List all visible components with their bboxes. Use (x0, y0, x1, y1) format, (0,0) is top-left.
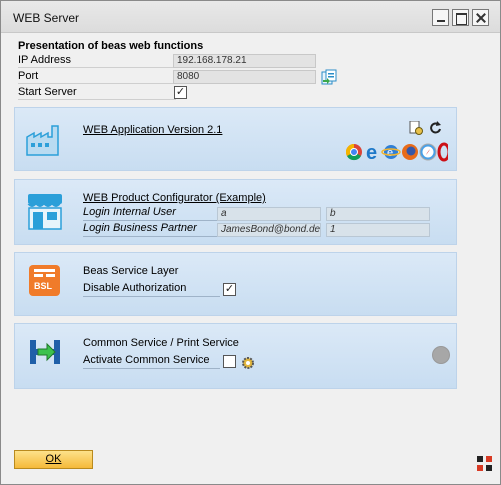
ok-button[interactable]: OK (14, 450, 93, 469)
maximize-button[interactable] (452, 9, 469, 26)
start-server-label: Start Server (18, 86, 176, 100)
common-service-icon (30, 340, 60, 364)
web-application-panel: WEB Application Version 2.1 e e (14, 107, 457, 171)
settings-document-icon[interactable] (409, 121, 423, 135)
refresh-icon[interactable] (429, 121, 442, 134)
internal-user-input[interactable]: a (217, 207, 321, 221)
common-service-panel: Common Service / Print Service Activate … (14, 323, 457, 389)
activate-common-service-label: Activate Common Service (83, 354, 220, 369)
minimize-button[interactable] (432, 9, 449, 26)
internal-password-input[interactable]: b (326, 207, 430, 221)
title-bar: WEB Server (1, 1, 500, 33)
opera-icon (437, 142, 448, 162)
bsl-icon: BSL (29, 265, 60, 296)
factory-icon (26, 125, 59, 156)
login-internal-label: Login Internal User (83, 206, 218, 221)
browser-icons: e e (346, 142, 448, 162)
ie-icon: e (381, 145, 401, 159)
firefox-icon (402, 144, 418, 160)
ip-address-input[interactable]: 192.168.178.21 (173, 54, 316, 68)
settings-gear-icon[interactable] (241, 356, 255, 370)
disable-authorization-checkbox[interactable]: ✓ (223, 283, 236, 296)
start-server-checkbox[interactable]: ✓ (174, 86, 187, 99)
safari-icon (419, 143, 437, 161)
web-server-window: WEB Server Presentation of beas web func… (0, 0, 501, 485)
configurator-link[interactable]: WEB Product Configurator (Example) (83, 192, 266, 204)
product-configurator-panel: WEB Product Configurator (Example) Login… (14, 179, 457, 245)
section-heading: Presentation of beas web functions (18, 40, 204, 52)
service-layer-title: Beas Service Layer (83, 265, 179, 277)
edge-icon: e (366, 142, 377, 162)
ip-address-label: IP Address (18, 54, 176, 68)
partner-password-input[interactable]: 1 (326, 223, 430, 237)
port-label: Port (18, 70, 176, 84)
svg-text:e: e (366, 142, 377, 162)
activate-common-service-checkbox[interactable] (223, 355, 236, 368)
service-layer-panel: BSL Beas Service Layer Disable Authoriza… (14, 252, 457, 316)
shop-icon (27, 194, 62, 230)
web-application-link[interactable]: WEB Application Version 2.1 (83, 124, 222, 136)
window-title: WEB Server (13, 11, 80, 25)
chrome-icon (346, 143, 362, 161)
common-service-title: Common Service / Print Service (83, 337, 239, 349)
login-partner-label: Login Business Partner (83, 222, 218, 237)
partner-user-input[interactable]: JamesBond@bond.de (217, 223, 321, 237)
disable-authorization-label: Disable Authorization (83, 282, 220, 297)
service-status-indicator (432, 346, 450, 364)
port-input[interactable]: 8080 (173, 70, 316, 84)
form-content: Presentation of beas web functions IP Ad… (5, 34, 496, 434)
close-button[interactable] (472, 9, 489, 26)
open-browser-icon[interactable] (321, 69, 337, 85)
resize-grip-icon[interactable] (477, 456, 492, 471)
bsl-icon-text: BSL (34, 281, 52, 291)
